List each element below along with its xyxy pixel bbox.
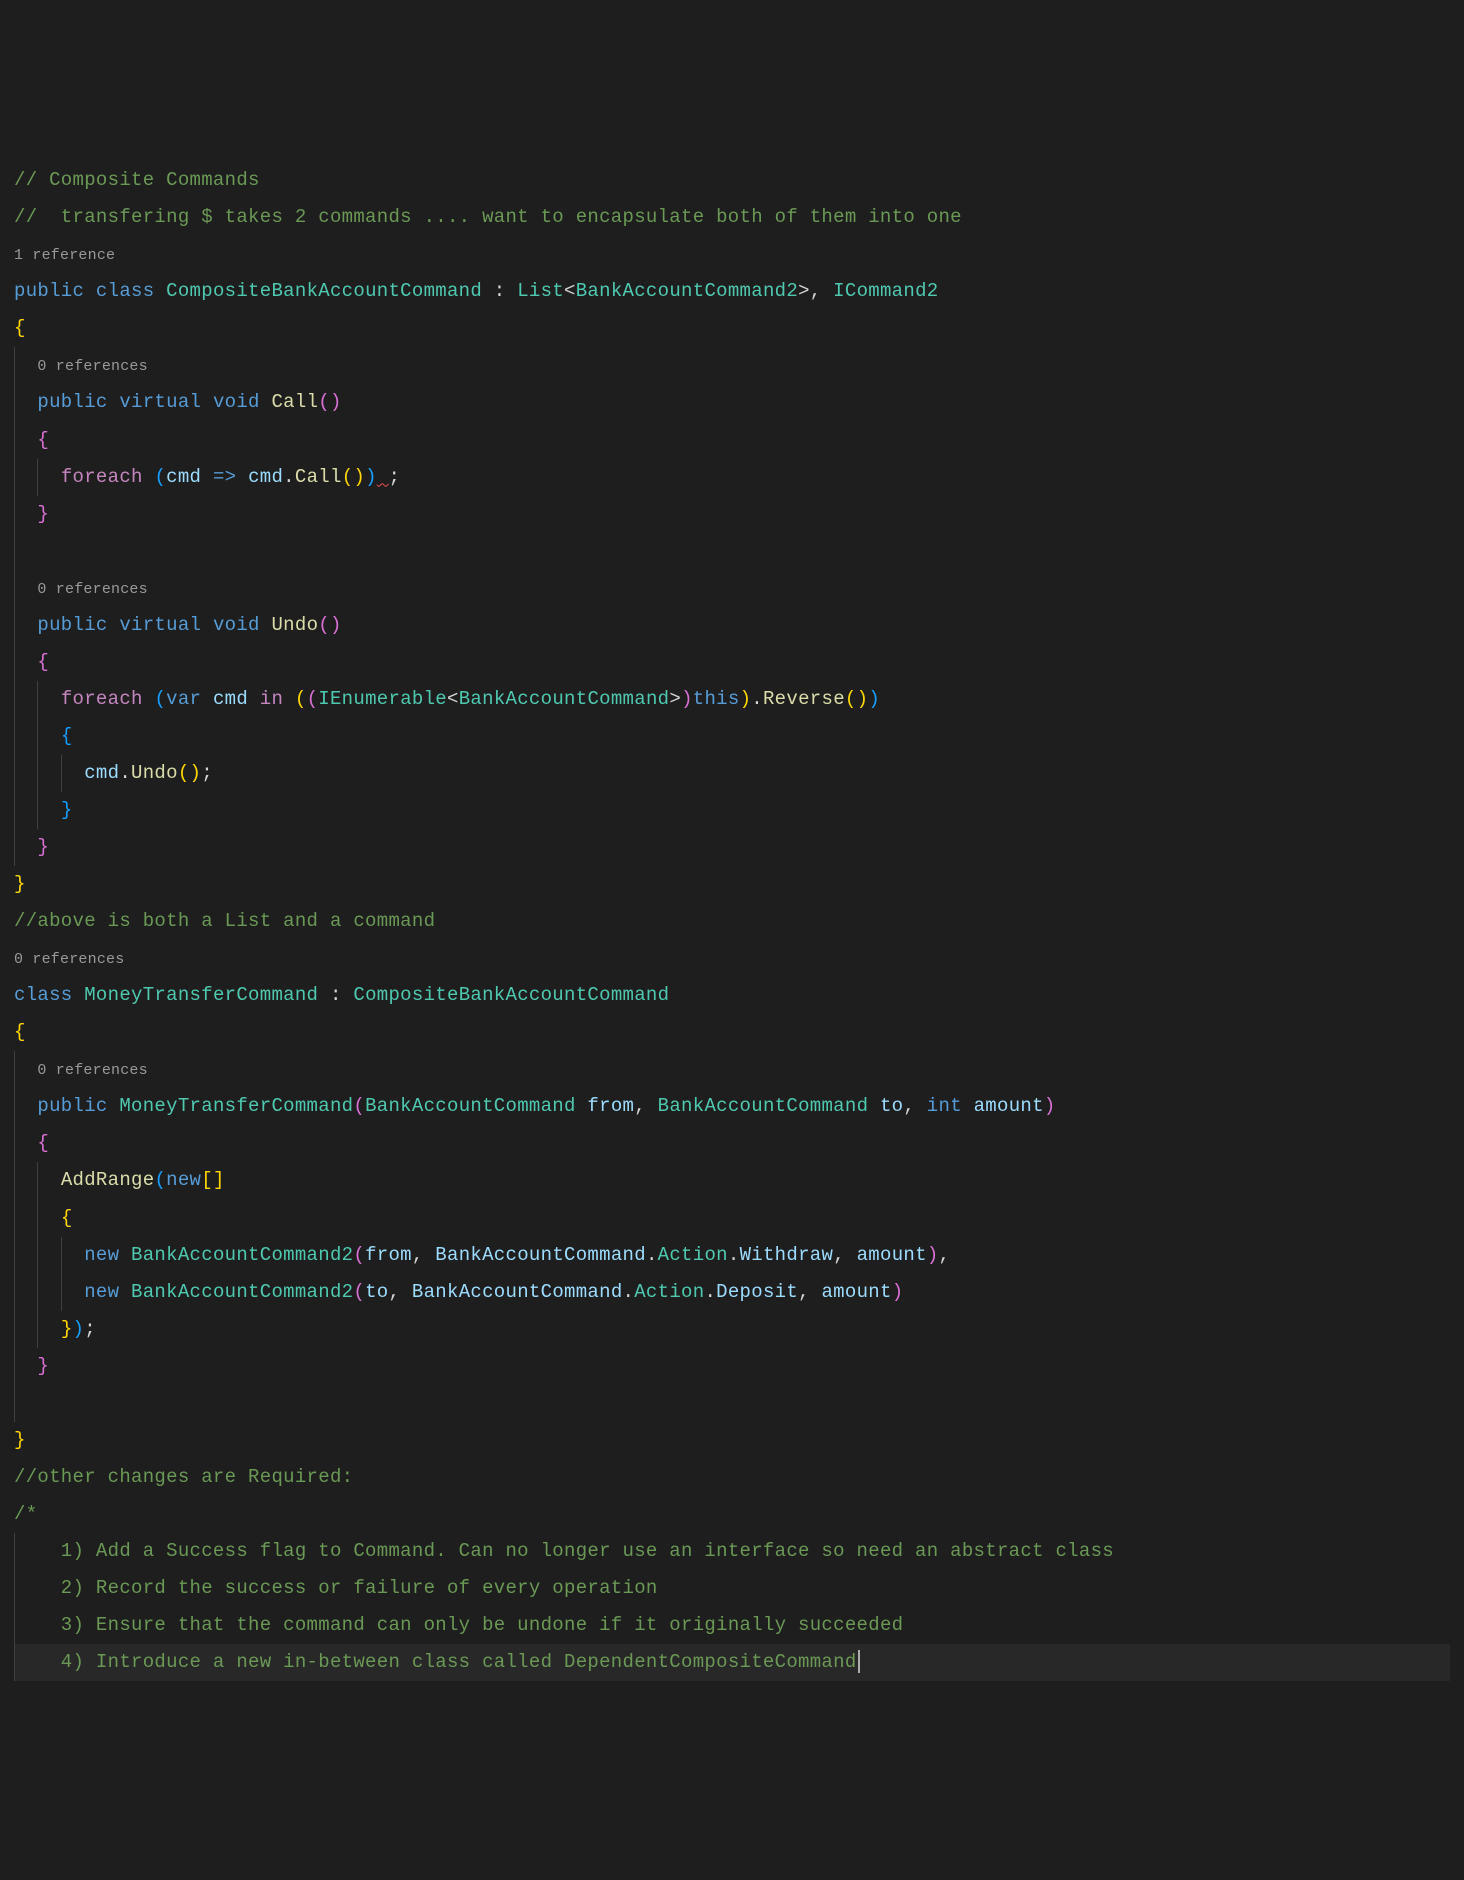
brace: { — [37, 1132, 49, 1154]
code-line: new BankAccountCommand2(to, BankAccountC… — [84, 1281, 903, 1303]
code-line: foreach (cmd => cmd.Call()) ; — [61, 466, 400, 488]
brace: } — [61, 799, 73, 821]
text-cursor — [858, 1650, 860, 1673]
codelens-references[interactable]: 0 references — [37, 1062, 147, 1079]
brace: } — [37, 836, 49, 858]
comment-line: 2) Record the success or failure of ever… — [37, 1577, 657, 1599]
code-editor[interactable]: // Composite Commands // transfering $ t… — [14, 162, 1450, 1681]
brace: { — [61, 725, 73, 747]
codelens-references[interactable]: 0 references — [37, 581, 147, 598]
code-line: }); — [61, 1318, 96, 1340]
comment-line: //other changes are Required: — [14, 1466, 353, 1488]
brace: } — [37, 503, 49, 525]
brace: { — [14, 317, 26, 339]
code-line: foreach (var cmd in ((IEnumerable<BankAc… — [61, 688, 880, 710]
comment-line: //above is both a List and a command — [14, 910, 435, 932]
comment-line: 1) Add a Success flag to Command. Can no… — [37, 1540, 1114, 1562]
code-line: public virtual void Call() — [37, 391, 341, 413]
code-line: public class CompositeBankAccountCommand… — [14, 280, 939, 302]
brace: } — [14, 873, 26, 895]
codelens-references[interactable]: 0 references — [37, 358, 147, 375]
brace: { — [37, 429, 49, 451]
brace: { — [14, 1021, 26, 1043]
code-line: AddRange(new[] — [61, 1169, 225, 1191]
comment-line: /* — [14, 1503, 37, 1525]
code-line: class MoneyTransferCommand : CompositeBa… — [14, 984, 669, 1006]
brace: } — [37, 1355, 49, 1377]
code-line: public MoneyTransferCommand(BankAccountC… — [37, 1095, 1055, 1117]
comment-line: 3) Ensure that the command can only be u… — [37, 1614, 903, 1636]
code-line: public virtual void Undo() — [37, 614, 341, 636]
codelens-references[interactable]: 0 references — [14, 951, 124, 968]
codelens-references[interactable]: 1 reference — [14, 247, 115, 264]
code-line: cmd.Undo(); — [84, 762, 213, 784]
brace: { — [61, 1207, 73, 1229]
code-line: new BankAccountCommand2(from, BankAccoun… — [84, 1244, 950, 1266]
comment-line: 4) Introduce a new in-between class call… — [37, 1651, 856, 1673]
comment-line: // transfering $ takes 2 commands .... w… — [14, 206, 962, 228]
brace: } — [14, 1429, 26, 1451]
comment-line: // Composite Commands — [14, 169, 260, 191]
brace: { — [37, 651, 49, 673]
